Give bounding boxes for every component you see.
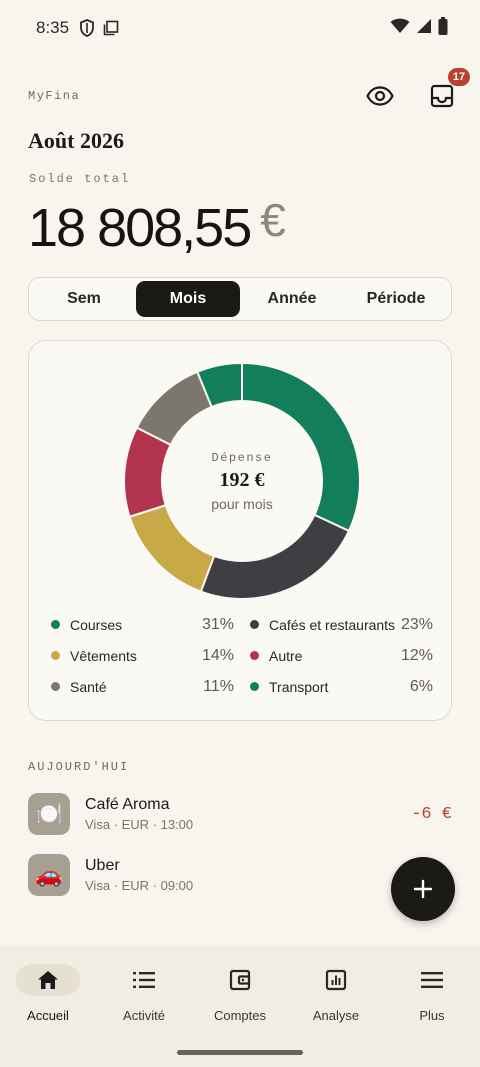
tab-year[interactable]: Année	[240, 281, 344, 317]
legend-dot	[250, 651, 259, 660]
month-title: Août 2026	[28, 128, 124, 153]
legend-percent: 31%	[201, 615, 234, 633]
transaction-name: Café Aroma	[85, 796, 170, 813]
legend-label: Courses	[70, 616, 123, 633]
nav-label: Plus	[419, 1008, 445, 1023]
transaction-meta: Visa · EUR · 13:00	[85, 817, 194, 832]
wallet-icon	[208, 964, 272, 996]
transaction-row[interactable]: 🍽️ Café Aroma Visa · EUR · 13:00 -6 €	[28, 792, 452, 836]
restaurant-icon: 🍽️	[28, 793, 70, 835]
add-transaction-button[interactable]	[391, 857, 455, 921]
legend-item[interactable]: Santé 11%	[51, 677, 234, 696]
nav-label: Activité	[123, 1008, 165, 1023]
app-name: MyFina	[28, 89, 81, 103]
tab-week[interactable]: Sem	[32, 281, 136, 317]
donut-chart[interactable]: Dépense 192 € pour mois	[122, 361, 362, 601]
legend-percent: 6%	[409, 677, 433, 695]
inbox-button[interactable]: 17	[426, 68, 470, 112]
legend-dot	[51, 651, 60, 660]
transaction-amount: -6 €	[411, 804, 452, 824]
transaction-meta: Visa · EUR · 09:00	[85, 878, 194, 893]
screen-record-icon	[103, 20, 119, 36]
nav-item-analysis[interactable]: Analyse	[288, 946, 384, 1067]
balance: 18 808,55 €	[28, 192, 286, 264]
nav-item-accounts[interactable]: Comptes	[192, 946, 288, 1067]
legend-percent: 12%	[400, 646, 433, 664]
donut-center: Dépense 192 € pour mois	[122, 361, 362, 601]
period-tabs: Sem Mois Année Période	[28, 277, 452, 321]
plus-icon	[413, 879, 433, 899]
legend-item[interactable]: Vêtements 14%	[51, 646, 234, 665]
legend-label: Autre	[269, 647, 303, 664]
balance-currency: €	[260, 194, 286, 246]
legend-label: Santé	[70, 678, 107, 695]
spending-chart-card: Dépense 192 € pour mois Courses 31% Café…	[28, 340, 452, 721]
legend-item[interactable]: Transport 6%	[250, 677, 433, 696]
car-icon: 🚗	[28, 854, 70, 896]
legend-dot	[250, 620, 259, 629]
section-today-label: AUJOURD'HUI	[28, 760, 130, 774]
legend-item[interactable]: Cafés et restaurants 23%	[250, 615, 433, 634]
legend-dot	[51, 620, 60, 629]
donut-center-value: 192 €	[219, 468, 265, 491]
inbox-icon	[430, 84, 454, 108]
tab-period[interactable]: Période	[344, 281, 448, 317]
nav-label: Accueil	[27, 1008, 69, 1023]
chart-legend: Courses 31% Cafés et restaurants 23% Vêt…	[51, 615, 433, 696]
legend-label: Transport	[269, 678, 329, 695]
battery-icon	[438, 16, 448, 40]
nav-label: Analyse	[312, 1008, 360, 1023]
toggle-visibility-button[interactable]	[364, 80, 396, 112]
wifi-icon	[390, 18, 410, 39]
legend-dot	[51, 682, 60, 691]
transaction-row[interactable]: 🚗 Uber Visa · EUR · 09:00	[28, 853, 452, 897]
legend-label: Vêtements	[70, 647, 137, 664]
nav-label: Comptes	[213, 1008, 267, 1023]
nav-item-home[interactable]: Accueil	[0, 946, 96, 1067]
app-header: MyFina 17	[28, 68, 470, 116]
list-icon	[112, 964, 176, 996]
bottom-nav: Accueil Activité Comptes Analyse Plus	[0, 946, 480, 1067]
status-bar: 8:35	[0, 0, 480, 56]
menu-icon	[400, 964, 464, 996]
balance-amount: 18 808,55	[28, 198, 252, 258]
legend-percent: 14%	[201, 646, 234, 664]
legend-dot	[250, 682, 259, 691]
legend-item[interactable]: Autre 12%	[250, 646, 433, 665]
home-indicator	[177, 1050, 303, 1055]
chart-icon	[304, 964, 368, 996]
legend-percent: 11%	[203, 677, 234, 695]
donut-center-label: Dépense	[211, 450, 273, 465]
nav-item-more[interactable]: Plus	[384, 946, 480, 1067]
eye-icon	[366, 86, 394, 106]
home-icon	[16, 964, 80, 996]
legend-label: Cafés et restaurants	[269, 616, 396, 633]
donut-center-sub: pour mois	[211, 495, 273, 512]
notification-badge: 17	[448, 68, 470, 86]
balance-label: Solde total	[29, 172, 131, 186]
legend-percent: 23%	[400, 615, 433, 633]
legend-item[interactable]: Courses 31%	[51, 615, 234, 634]
signal-icon	[416, 18, 432, 39]
status-time: 8:35	[36, 18, 70, 37]
transaction-name: Uber	[85, 857, 120, 874]
nav-item-activity[interactable]: Activité	[96, 946, 192, 1067]
shield-icon	[79, 19, 95, 37]
tab-month[interactable]: Mois	[136, 281, 240, 317]
